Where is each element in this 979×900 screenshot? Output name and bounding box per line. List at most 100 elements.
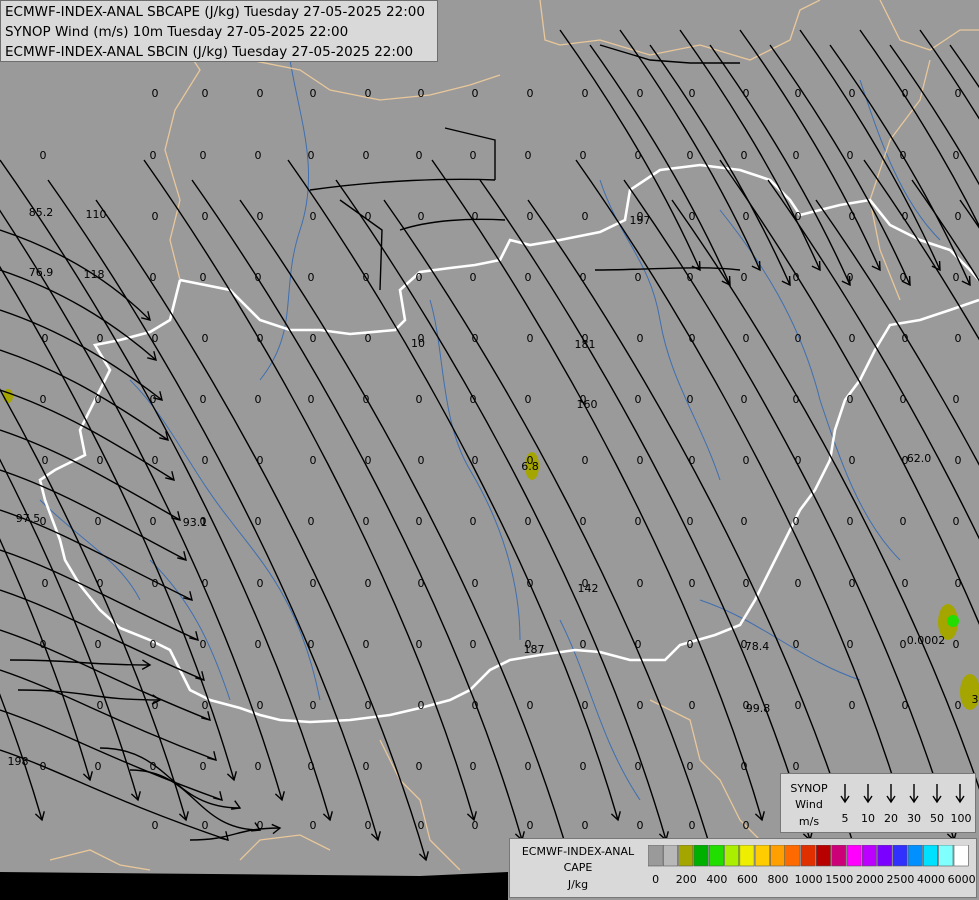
zero-value-label: 0 [582,210,589,223]
zero-value-label: 0 [793,271,800,284]
cape-tick-label: 600 [736,873,758,886]
zero-value-label: 0 [953,515,960,528]
cape-swatch [877,845,893,867]
zero-value-label: 0 [470,638,477,651]
wind-legend-speed: 100 [950,812,972,825]
zero-value-label: 0 [635,515,642,528]
zero-value-label: 0 [152,819,159,832]
title-cin: ECMWF-INDEX-ANAL SBCIN (J/kg) Tuesday 27… [5,44,414,60]
cape-tick-label: 1000 [794,873,823,886]
zero-value-label: 0 [257,577,264,590]
zero-value-label: 0 [310,699,317,712]
cape-legend-title2: CAPE [563,861,593,874]
zero-value-label: 0 [42,332,49,345]
map-title-box: ECMWF-INDEX-ANAL SBCAPE (J/kg) Tuesday 2… [0,0,438,62]
zero-value-label: 0 [365,699,372,712]
zero-value-label: 0 [418,87,425,100]
zero-value-label: 0 [97,577,104,590]
zero-value-label: 0 [527,210,534,223]
cape-legend: ECMWF-INDEX-ANAL CAPE J/kg 0 200 400 600 800… [509,838,977,898]
zero-value-label: 0 [416,149,423,162]
zero-value-label: 0 [900,149,907,162]
zero-value-label: 0 [635,271,642,284]
zero-value-label: 0 [472,454,479,467]
zero-value-label: 0 [470,760,477,773]
wind-legend-speed: 10 [861,812,875,825]
zero-value-label: 0 [527,699,534,712]
zero-value-label: 0 [849,87,856,100]
zero-value-label: 0 [793,638,800,651]
zero-value-label: 0 [363,271,370,284]
zero-value-label: 0 [416,760,423,773]
zero-value-label: 0 [416,638,423,651]
zero-value-label: 0 [953,393,960,406]
zero-value-label: 0 [310,577,317,590]
cape-legend-title1: ECMWF-INDEX-ANAL [521,845,635,858]
zero-value-label: 0 [42,454,49,467]
zero-value-label: 0 [741,393,748,406]
cape-tick-label: 800 [767,873,789,886]
wind-legend-title1: SYNOP [790,782,828,795]
zero-value-label: 0 [97,454,104,467]
value-label: 181 [575,338,596,351]
zero-value-label: 0 [741,149,748,162]
zero-value-label: 0 [95,638,102,651]
zero-value-label: 0 [955,577,962,590]
cape-legend-ticks: 0 200 400 600 800 1000 1500 2000 2500 4000 6000 [648,873,975,889]
value-label: 93.1 [183,516,208,529]
zero-value-label: 0 [689,699,696,712]
zero-value-label: 0 [741,515,748,528]
zero-value-label: 0 [689,454,696,467]
zero-value-label: 0 [363,638,370,651]
zero-value-label: 0 [527,819,534,832]
zero-value-label: 0 [902,699,909,712]
zero-value-label: 0 [795,454,802,467]
zero-value-label: 0 [795,87,802,100]
zero-value-label: 0 [202,819,209,832]
cape-swatch [892,845,908,867]
zero-value-label: 0 [900,271,907,284]
value-label: 76.9 [29,266,54,279]
zero-value-label: 0 [416,515,423,528]
value-label: 6.8 [521,460,539,473]
zero-value-label: 0 [472,210,479,223]
zero-value-label: 0 [416,271,423,284]
zero-value-label: 0 [416,393,423,406]
zero-value-label: 0 [257,210,264,223]
zero-value-label: 0 [582,454,589,467]
zero-value-label: 0 [95,760,102,773]
zero-value-label: 0 [580,149,587,162]
zero-value-label: 0 [40,638,47,651]
value-label: 99.8 [746,702,771,715]
cape-swatch [861,845,877,867]
zero-value-label: 0 [363,393,370,406]
zero-value-label: 0 [900,638,907,651]
zero-value-label: 0 [582,699,589,712]
zero-value-label: 0 [955,699,962,712]
zero-value-label: 0 [743,87,750,100]
zero-value-label: 0 [689,577,696,590]
zero-value-label: 0 [310,87,317,100]
zero-value-label: 0 [363,515,370,528]
zero-value-label: 0 [795,577,802,590]
zero-value-label: 0 [525,760,532,773]
zero-value-label: 0 [470,271,477,284]
zero-value-label: 0 [527,332,534,345]
zero-value-label: 0 [418,454,425,467]
zero-value-label: 0 [689,819,696,832]
zero-value-label: 0 [310,332,317,345]
map-canvas[interactable]: 0 0 0 0 0 0 0 0 0 0 0 0 0 0 0 0 0 0 0 0 0 0 0 0 0 0 0 0 0 0 0 0 0 0 0 0 0 0 0 0… [0,0,979,900]
zero-value-label: 0 [308,149,315,162]
zero-value-label: 0 [637,87,644,100]
zero-value-label: 0 [902,210,909,223]
zero-value-label: 0 [202,210,209,223]
cape-swatch [785,845,801,867]
value-label: 187 [524,643,545,656]
zero-value-label: 0 [255,149,262,162]
zero-value-label: 0 [741,271,748,284]
zero-value-label: 0 [849,699,856,712]
zero-value-label: 0 [200,271,207,284]
zero-value-label: 0 [849,454,856,467]
title-cape: ECMWF-INDEX-ANAL SBCAPE (J/kg) Tuesday 2… [5,4,425,20]
zero-value-label: 0 [40,393,47,406]
